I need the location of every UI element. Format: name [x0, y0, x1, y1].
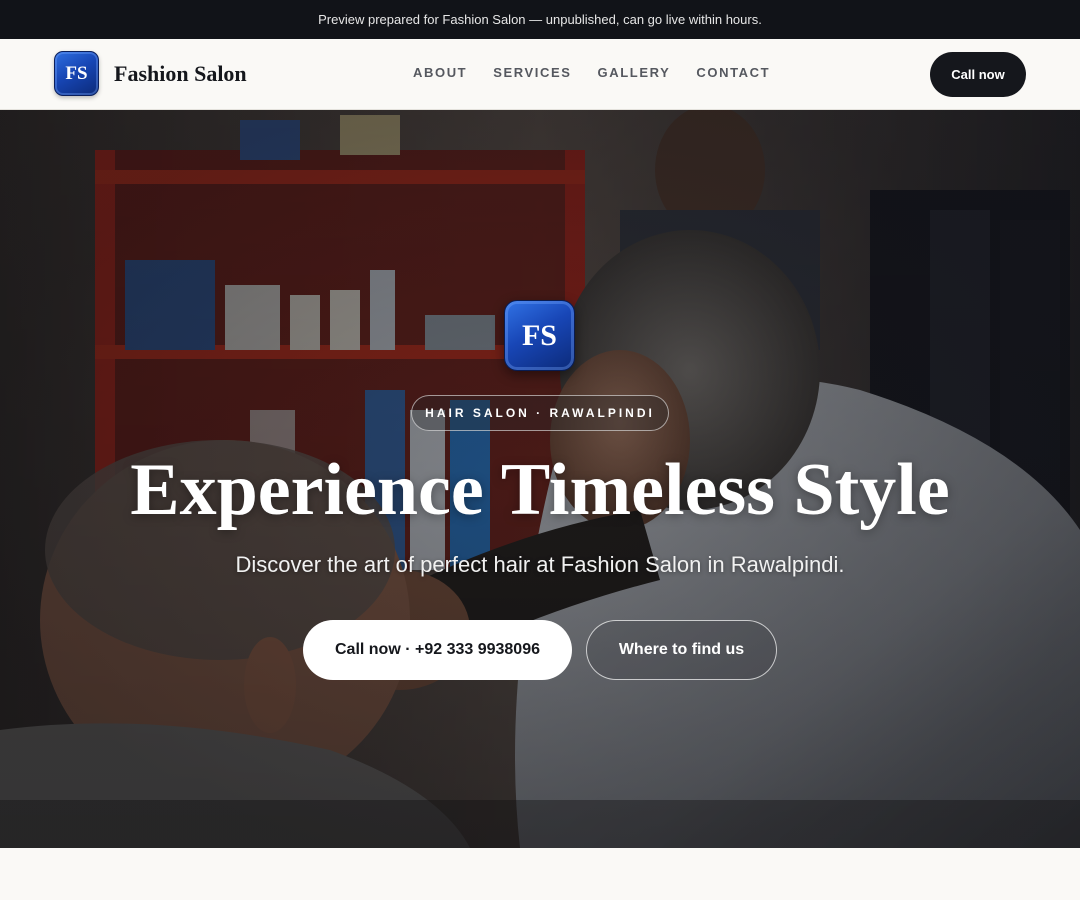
preview-banner-text: Preview prepared for Fashion Salon — unp…	[318, 12, 762, 27]
hero-title: Experience Timeless Style	[130, 449, 950, 531]
hero-logo-icon: FS	[504, 300, 575, 371]
brand-home-link[interactable]: FS Fashion Salon	[54, 51, 247, 96]
nav-link-contact[interactable]: CONTACT	[696, 65, 770, 80]
hero-subtitle: Discover the art of perfect hair at Fash…	[235, 552, 845, 577]
preview-banner: Preview prepared for Fashion Salon — unp…	[0, 0, 1080, 39]
hero-call-button[interactable]: Call now · +92 333 9938096	[303, 620, 572, 680]
hero-section: FS HAIR SALON · RAWALPINDI Experience Ti…	[0, 110, 1080, 848]
nav-link-services[interactable]: SERVICES	[493, 65, 571, 80]
top-navbar: FS Fashion Salon ABOUT SERVICES GALLERY …	[0, 39, 1080, 110]
nav-links: ABOUT SERVICES GALLERY CONTACT	[413, 65, 770, 80]
nav-link-about[interactable]: ABOUT	[413, 65, 467, 80]
hero-find-us-button[interactable]: Where to find us	[586, 620, 777, 680]
call-now-button[interactable]: Call now	[930, 52, 1026, 97]
hero-tagline-badge: HAIR SALON · RAWALPINDI	[411, 395, 669, 431]
brand-logo-icon: FS	[54, 51, 99, 96]
nav-link-gallery[interactable]: GALLERY	[598, 65, 671, 80]
brand-name: Fashion Salon	[114, 60, 247, 86]
